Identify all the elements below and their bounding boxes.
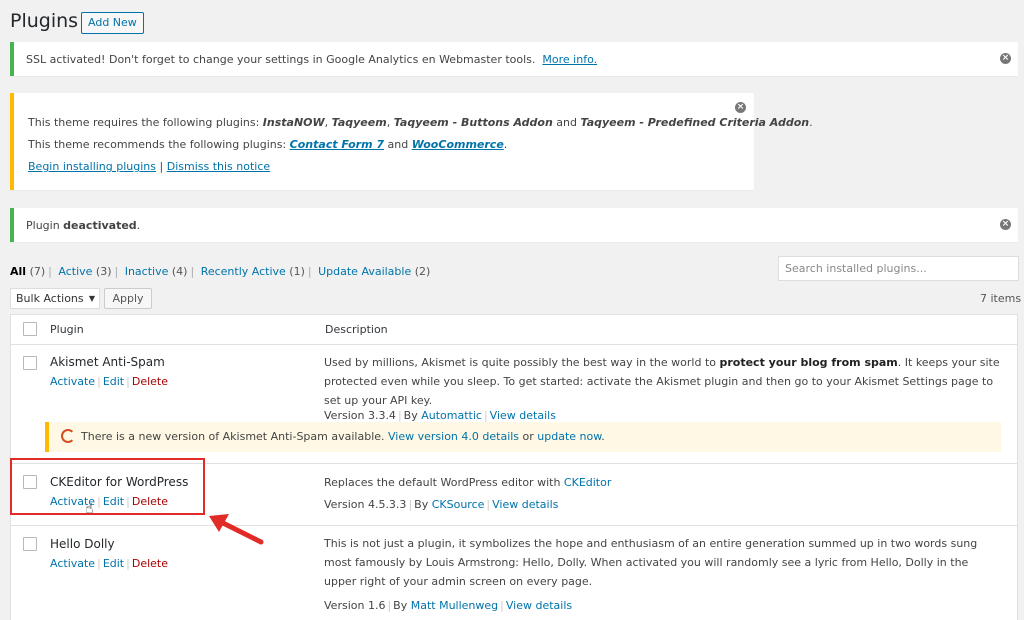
filter-active[interactable]: Active <box>58 265 92 278</box>
bulk-actions-select[interactable]: Bulk Actions ▼ <box>10 288 100 309</box>
update-icon <box>61 429 75 443</box>
required-plugin: Taqyeem <box>331 116 387 129</box>
plugin-name: Hello Dolly <box>50 537 115 551</box>
view-details-link[interactable]: View details <box>490 409 556 422</box>
deactivated-notice: Plugin deactivated. × <box>10 208 1018 242</box>
table-header: Plugin Description <box>11 315 1017 345</box>
ssl-notice-text: SSL activated! Don't forget to change yo… <box>26 53 536 66</box>
view-version-details-link[interactable]: View version 4.0 details <box>388 430 519 443</box>
add-new-button[interactable]: Add New <box>81 12 144 34</box>
plugin-description: Used by millions, Akismet is quite possi… <box>324 356 1000 407</box>
search-plugins-input[interactable] <box>778 256 1019 281</box>
apply-button[interactable]: Apply <box>104 288 152 309</box>
dropdown-arrow-icon: ▼ <box>88 294 95 303</box>
required-plugin: Taqyeem - Buttons Addon <box>393 116 553 129</box>
annotation-highlight-box <box>10 458 205 515</box>
view-details-link[interactable]: View details <box>492 498 558 511</box>
dismiss-icon[interactable]: × <box>1000 53 1011 64</box>
plugin-description: Replaces the default WordPress editor wi… <box>324 476 612 489</box>
row-actions: Activate | Edit | Delete <box>50 557 168 570</box>
more-info-link[interactable]: More info. <box>542 53 597 66</box>
dismiss-icon[interactable]: × <box>1000 219 1011 230</box>
theme-notice: This theme requires the following plugin… <box>10 93 813 190</box>
edit-link[interactable]: Edit <box>103 375 124 388</box>
plugin-description: This is not just a plugin, it symbolizes… <box>324 537 978 588</box>
row-actions: Activate | Edit | Delete <box>50 375 168 388</box>
page-title: Plugins <box>10 10 79 32</box>
required-plugin: InstaNOW <box>262 116 325 129</box>
theme-recommends-line: This theme recommends the following plug… <box>28 138 508 151</box>
annotation-arrow-icon <box>209 514 264 545</box>
column-description: Description <box>325 323 388 336</box>
woocommerce-link[interactable]: WooCommerce <box>412 138 504 151</box>
ssl-notice: SSL activated! Don't forget to change yo… <box>10 42 1018 76</box>
filter-inactive[interactable]: Inactive <box>125 265 169 278</box>
author-link[interactable]: CKSource <box>432 498 485 511</box>
author-link[interactable]: Automattic <box>421 409 482 422</box>
author-link[interactable]: Matt Mullenweg <box>411 599 498 612</box>
dismiss-icon[interactable]: × <box>735 102 746 113</box>
activate-link[interactable]: Activate <box>50 557 95 570</box>
row-checkbox[interactable] <box>23 356 37 370</box>
table-row: Hello Dolly Activate | Edit | Delete This is… <box>11 525 1017 620</box>
view-details-link[interactable]: View details <box>506 599 572 612</box>
edit-link[interactable]: Edit <box>103 557 124 570</box>
plugin-meta: Version 4.5.3.3 | By CKSource | View details <box>324 498 559 511</box>
plugin-name: Akismet Anti-Spam <box>50 355 165 369</box>
row-checkbox[interactable] <box>23 537 37 551</box>
filter-all[interactable]: All <box>10 265 26 278</box>
contact-form-7-link[interactable]: Contact Form 7 <box>290 138 384 151</box>
ckeditor-link[interactable]: CKEditor <box>564 476 611 489</box>
hand-cursor-icon: ☝ <box>85 501 94 517</box>
update-notice: There is a new version of Akismet Anti-S… <box>45 422 1001 452</box>
theme-requires-line: This theme requires the following plugin… <box>28 116 813 129</box>
begin-installing-link[interactable]: Begin installing plugins <box>28 160 156 173</box>
plugin-meta: Version 1.6 | By Matt Mullenweg | View detai… <box>324 599 573 612</box>
activate-link[interactable]: Activate <box>50 375 95 388</box>
plugin-meta: Version 3.3.4 | By Automattic | View details <box>324 409 556 422</box>
filter-recently-active[interactable]: Recently Active <box>201 265 286 278</box>
plugin-status-filters: All (7) | Active (3) | Inactive (4) | Recen… <box>10 265 431 278</box>
required-plugin: Taqyeem - Predefined Criteria Addon <box>580 116 810 129</box>
delete-link[interactable]: Delete <box>132 557 168 570</box>
dismiss-notice-link[interactable]: Dismiss this notice <box>167 160 270 173</box>
delete-link[interactable]: Delete <box>132 375 168 388</box>
items-count: 7 items <box>980 292 1022 305</box>
update-now-link[interactable]: update now <box>537 430 601 443</box>
filter-update-available[interactable]: Update Available <box>318 265 411 278</box>
column-plugin[interactable]: Plugin <box>50 323 84 336</box>
select-all-checkbox[interactable] <box>23 322 37 336</box>
